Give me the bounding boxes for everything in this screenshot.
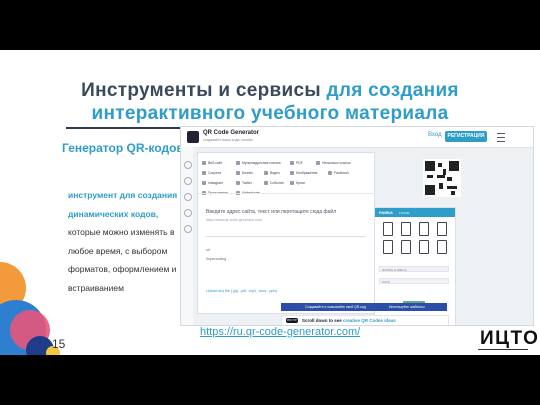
site-logo-subtitle: создавайте ваши коды онлайн <box>203 138 253 142</box>
shape-color-section[interactable]: ФОРМА И ЦВЕТА <box>379 266 449 272</box>
share-sidebar <box>181 147 193 325</box>
type-coupon[interactable]: Купон <box>290 179 305 187</box>
slide-title-line-1: Инструменты и сервисы для создания <box>81 80 459 101</box>
scroll-tip-text: Scroll down to see creative QR Codes ide… <box>302 318 396 323</box>
qr-code-preview <box>423 159 461 197</box>
frame-label: РАМКА <box>379 210 393 215</box>
card-divider <box>198 193 374 194</box>
frame-option-3[interactable] <box>419 222 429 236</box>
tool-url-link[interactable]: https://ru.qr-code-generator.com/ <box>200 326 360 338</box>
type-images[interactable]: Изображения <box>290 169 317 177</box>
type-business[interactable]: Бизнес <box>236 169 253 177</box>
page-number: 15 <box>52 337 66 351</box>
site-logo-title: QR Code Generator <box>203 130 260 136</box>
frame-option-6[interactable] <box>401 240 411 254</box>
type-social[interactable]: Соцсети <box>202 169 221 177</box>
facebook-icon[interactable] <box>184 161 192 169</box>
sample-text-2: Supercoding <box>206 257 227 261</box>
type-twitter[interactable]: Twitter <box>236 179 252 187</box>
type-pdf[interactable]: PDF <box>290 159 303 167</box>
section-heading: Генератор QR-кодов <box>62 141 184 155</box>
twitter-icon[interactable] <box>184 177 192 185</box>
frame-option-2[interactable] <box>401 222 411 236</box>
qr-logo-icon <box>187 131 199 143</box>
promo-banner: Создавайте и скачивайте свой QR-код Испо… <box>281 303 447 311</box>
qr-generator-screenshot: QR Code Generator создавайте ваши коды о… <box>180 126 534 326</box>
type-facebook[interactable]: Facebook <box>328 169 349 177</box>
site-header: QR Code Generator создавайте ваши коды о… <box>181 127 533 148</box>
menu-icon[interactable] <box>497 133 505 142</box>
description-highlight: инструмент для создания динамических код… <box>68 190 178 219</box>
linkedin-icon[interactable] <box>184 209 192 217</box>
frame-option-4[interactable] <box>437 222 447 236</box>
scroll-tip-bar: PRO TIP Scroll down to see creative QR C… <box>281 315 449 325</box>
type-video[interactable]: Видео <box>264 169 280 177</box>
upload-file-link[interactable]: Upload any file (.jpg, .pdf, .mp3, .docx… <box>206 289 277 293</box>
frame-panel-header[interactable]: РАМКА FRAME <box>375 208 455 217</box>
type-website[interactable]: Веб-сайт <box>202 159 222 167</box>
promo-text-2[interactable]: Используйте шаблоны <box>389 303 425 311</box>
letterbox-top <box>0 0 540 50</box>
slide-title-line-2: интерактивного учебного материала <box>91 103 449 124</box>
brand-logo: ИЦТО <box>480 328 540 349</box>
type-instagram[interactable]: Instagram <box>202 179 223 187</box>
frame-option-5[interactable] <box>383 240 393 254</box>
register-button[interactable]: РЕГИСТРАЦИЯ <box>445 131 487 142</box>
frame-option-8[interactable] <box>437 240 447 254</box>
sample-text-1: url <box>206 248 210 252</box>
url-input[interactable] <box>206 224 366 237</box>
tool-description: инструмент для создания динамических код… <box>68 186 178 297</box>
url-input-placeholder: Введите адрес сайта, текст или перетащит… <box>206 209 337 215</box>
letterbox-bottom <box>0 355 540 405</box>
frame-option-1[interactable] <box>383 222 393 236</box>
login-link[interactable]: Вход <box>428 132 442 138</box>
qr-content-card: Веб-сайт Мультиадресная ссылка PDF Неско… <box>197 152 375 314</box>
scroll-tip-link[interactable]: creative QR Codes ideas <box>343 318 396 323</box>
pro-tip-badge: PRO TIP <box>286 317 298 323</box>
slide: Инструменты и сервисы для создания интер… <box>0 50 540 355</box>
type-multi-url[interactable]: Мультиадресная ссылка <box>236 159 281 167</box>
google-icon[interactable] <box>184 193 192 201</box>
email-icon[interactable] <box>184 225 192 233</box>
type-event[interactable]: Событие <box>264 179 284 187</box>
brand-underline <box>478 349 528 350</box>
frame-sublabel: FRAME <box>399 210 410 215</box>
type-multi-links[interactable]: Несколько ссылок <box>316 159 351 167</box>
logo-section[interactable]: ЛОГО <box>379 278 449 284</box>
promo-text-1: Создавайте и скачивайте свой QR-код <box>305 305 366 309</box>
description-text: которые можно изменять в любое время, с … <box>68 227 177 293</box>
url-input-hint: https://www.qr-code-generator.com <box>206 218 262 222</box>
frame-option-7[interactable] <box>419 240 429 254</box>
